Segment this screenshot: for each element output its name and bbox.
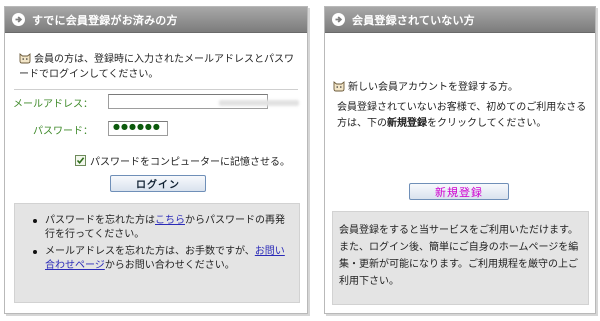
arrow-circle-icon <box>332 13 345 26</box>
email-value-obscured <box>219 100 299 106</box>
help-text: パスワードを忘れた方は <box>45 215 155 226</box>
email-field[interactable] <box>108 94 299 109</box>
password-label: パスワード： <box>33 126 93 137</box>
register-info-box: 会員登録をすると当サービスをご利用いただけます。 また、ログイン後、簡単にご自身… <box>332 211 589 305</box>
password-field[interactable]: ●●●●●● <box>108 121 168 136</box>
register-panel: 会員登録されていない方 新しい会員アカウントを登録する方。 会員登録されていない… <box>324 6 596 314</box>
login-button[interactable]: ログイン <box>110 175 206 192</box>
info-line: 会員登録をすると当サービスをご利用いただけます。 <box>339 225 578 236</box>
login-intro: 会員の方は、登録時に入力されたメールアドレスとパスワードでログインしてください。 <box>19 52 303 82</box>
help-text: メールアドレスを忘れた方は、お手数ですが、 <box>45 246 255 257</box>
instructions-bold-text: 新規登録 <box>387 118 427 129</box>
login-help-box: パスワードを忘れた方はこちらからパスワードの再発行を行ってください。 メールアド… <box>14 203 300 303</box>
password-row: パスワード： ●●●●●● <box>5 121 307 137</box>
register-intro-text: 新しい会員アカウントを登録する方。 <box>348 82 518 93</box>
intro-bold-text: 会員の方 <box>34 54 74 65</box>
cat-face-icon <box>333 80 345 92</box>
login-panel: すでに会員登録がお済みの方 会員の方は、登録時に入力されたメールアドレスとパスワ… <box>4 6 308 314</box>
info-line: また、ログイン後、簡単にご自身のホームページを編集・更新が可能になります。ご利用… <box>339 242 579 287</box>
list-item: メールアドレスを忘れた方は、お手数ですが、お問い合わせページからお問い合わせくだ… <box>21 245 293 273</box>
divider <box>14 89 298 90</box>
list-item: パスワードを忘れた方はこちらからパスワードの再発行を行ってください。 <box>21 214 293 242</box>
password-value: ●●●●●● <box>113 122 161 131</box>
instructions-text: をクリックしてください。 <box>427 118 547 129</box>
register-panel-header: 会員登録されていない方 <box>325 7 595 33</box>
email-row: メールアドレス： <box>5 94 307 110</box>
remember-password-row: パスワードをコンピューターに記憶させる。 <box>75 153 290 168</box>
register-instructions: 会員登録されていないお客様で、初めてのご利用なさる方は、下の新規登録をクリックし… <box>337 100 589 132</box>
cat-face-icon <box>19 52 31 64</box>
password-reset-link[interactable]: こちら <box>155 215 185 226</box>
help-text: からお問い合わせください。 <box>104 260 235 271</box>
remember-password-checkbox[interactable] <box>75 155 86 166</box>
register-panel-title: 会員登録されていない方 <box>352 13 475 27</box>
login-panel-title: すでに会員登録がお済みの方 <box>32 13 178 27</box>
remember-password-label[interactable]: パスワードをコンピューターに記憶させる。 <box>90 153 290 168</box>
email-label: メールアドレス： <box>13 99 93 110</box>
checkmark-icon <box>76 157 85 165</box>
register-button[interactable]: 新規登録 <box>409 183 509 200</box>
login-panel-header: すでに会員登録がお済みの方 <box>5 7 307 33</box>
register-intro: 新しい会員アカウントを登録する方。 <box>333 78 518 93</box>
arrow-circle-icon <box>12 13 25 26</box>
